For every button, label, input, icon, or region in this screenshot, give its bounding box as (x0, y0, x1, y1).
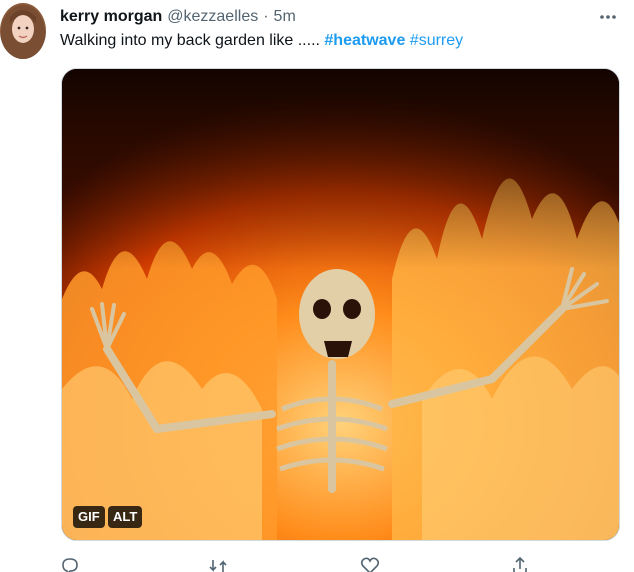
avatar[interactable] (0, 3, 46, 59)
more-horizontal-icon (599, 7, 617, 25)
heart-icon (360, 557, 380, 572)
user-handle[interactable]: @kezzaelles (167, 8, 258, 26)
alt-badge[interactable]: ALT (108, 506, 143, 528)
display-name[interactable]: kerry morgan (60, 8, 162, 26)
like-button[interactable] (360, 556, 380, 572)
share-icon (510, 556, 530, 572)
gif-badge: GIF (73, 506, 105, 528)
tweet-header: kerry morgan @kezzaelles · 5m (60, 6, 296, 28)
retweet-button[interactable] (208, 556, 228, 572)
hashtag-surrey[interactable]: #surrey (410, 32, 463, 49)
reply-button[interactable] (60, 556, 80, 572)
retweet-icon (208, 560, 228, 572)
gif-media[interactable] (61, 68, 620, 541)
timestamp[interactable]: 5m (274, 8, 296, 26)
tweet-body: Walking into my back garden like ..... (60, 32, 325, 49)
tweet[interactable]: kerry morgan @kezzaelles · 5m Walking in… (0, 0, 634, 572)
reply-icon (60, 558, 80, 572)
share-button[interactable] (510, 556, 530, 572)
more-button[interactable] (596, 4, 620, 28)
tweet-text: Walking into my back garden like ..... #… (60, 32, 463, 50)
separator-dot: · (263, 8, 269, 25)
hashtag-heatwave[interactable]: #heatwave (324, 32, 405, 49)
tweet-actions (60, 556, 540, 572)
